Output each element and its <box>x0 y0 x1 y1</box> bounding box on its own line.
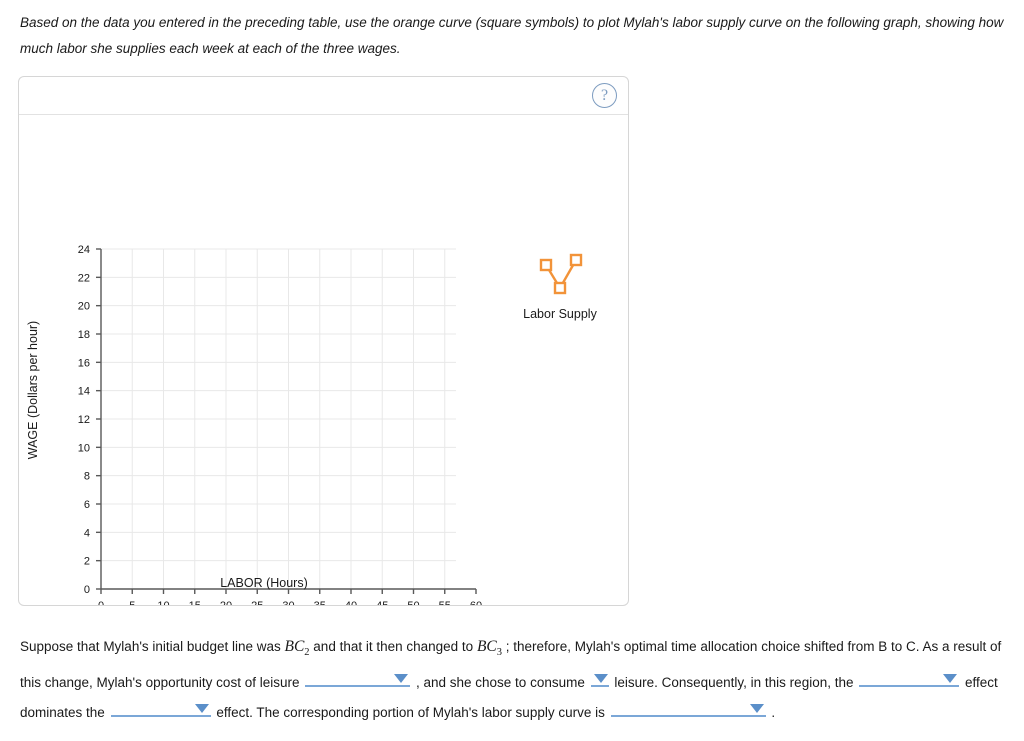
question-text-part-1: Suppose that Mylah's initial budget line… <box>20 639 285 654</box>
graph-panel: ? 051015202530354045505560 0246810121416… <box>18 76 629 606</box>
budget-line-final-base: BC <box>476 638 497 655</box>
y-axis-ticks <box>96 248 101 590</box>
y-tick-label: 10 <box>78 442 90 454</box>
x-tick-label: 20 <box>220 600 232 605</box>
chevron-down-icon <box>943 674 958 684</box>
legend-marker-square-3 <box>569 253 583 267</box>
legend[interactable]: Labor Supply <box>523 253 598 321</box>
y-tick-label: 0 <box>84 584 90 596</box>
y-tick-label: 14 <box>78 386 90 398</box>
x-tick-label: 30 <box>282 600 294 605</box>
x-tick-label: 0 <box>98 600 104 605</box>
x-tick-label: 15 <box>189 600 201 605</box>
y-tick-label: 12 <box>78 414 90 426</box>
y-tick-label: 8 <box>84 471 90 483</box>
x-tick-label: 60 <box>470 600 482 605</box>
x-axis-title: LABOR (Hours) <box>220 576 308 590</box>
x-tick-label: 50 <box>407 600 419 605</box>
help-icon[interactable]: ? <box>592 83 617 108</box>
question-text-part-2: and that it then changed to <box>309 639 477 654</box>
legend-label-labor-supply: Labor Supply <box>523 307 597 321</box>
question-text-part-5: leisure. Consequently, in this region, t… <box>610 675 858 691</box>
y-tick-label: 6 <box>84 499 90 511</box>
legend-marker-square-1 <box>539 258 553 272</box>
y-tick-label: 24 <box>78 244 90 256</box>
chevron-down-icon <box>593 674 608 684</box>
y-tick-label: 2 <box>84 556 90 568</box>
question-text-part-7: effect. The corresponding portion of Myl… <box>212 705 609 721</box>
x-tick-label: 55 <box>439 600 451 605</box>
dropdown-dominated-effect[interactable] <box>110 698 211 718</box>
x-axis-tick-labels: 0 5 10 15 20 25 30 35 40 45 50 55 60 <box>98 600 482 605</box>
budget-line-initial: BC2 <box>284 638 309 658</box>
dropdown-labor-supply-curve-portion[interactable] <box>610 698 766 718</box>
x-tick-label: 45 <box>376 600 388 605</box>
x-tick-label: 25 <box>251 600 263 605</box>
y-axis-title: WAGE (Dollars per hour) <box>26 321 40 459</box>
y-tick-label: 16 <box>78 357 90 369</box>
plot-svg[interactable]: 051015202530354045505560 024681012141618… <box>19 115 628 605</box>
y-tick-label: 4 <box>84 527 90 539</box>
x-tick-label: 10 <box>157 600 169 605</box>
x-tick-label: 5 <box>129 600 135 605</box>
chevron-down-icon <box>394 674 409 684</box>
graph-panel-header: ? <box>19 77 628 115</box>
question-text-part-4: , and she chose to consume <box>412 675 589 691</box>
chevron-down-icon <box>194 704 209 714</box>
y-axis-tick-labels: 024681012141618202224 <box>78 244 90 596</box>
x-tick-label: 35 <box>314 600 326 605</box>
legend-marker-square-2 <box>553 281 567 295</box>
plot-area[interactable]: 051015202530354045505560 024681012141618… <box>19 115 628 605</box>
y-tick-label: 18 <box>78 329 90 341</box>
legend-swatch-labor-supply <box>539 253 583 295</box>
dropdown-leisure-quantity[interactable] <box>590 668 609 688</box>
budget-line-initial-base: BC <box>284 638 305 655</box>
gridlines <box>100 248 456 590</box>
followup-question: Suppose that Mylah's initial budget line… <box>20 632 1010 728</box>
y-tick-label: 20 <box>78 301 90 313</box>
budget-line-final: BC3 <box>476 638 502 658</box>
y-tick-label: 22 <box>78 272 90 284</box>
question-text-part-8: . <box>767 705 776 721</box>
x-tick-label: 40 <box>345 600 357 605</box>
dropdown-dominating-effect[interactable] <box>859 668 960 688</box>
chevron-down-icon <box>749 704 764 714</box>
exercise-prompt-text: Based on the data you entered in the pre… <box>20 15 1004 56</box>
dropdown-opportunity-cost-of-leisure[interactable] <box>305 668 411 688</box>
exercise-prompt: Based on the data you entered in the pre… <box>20 10 1005 62</box>
